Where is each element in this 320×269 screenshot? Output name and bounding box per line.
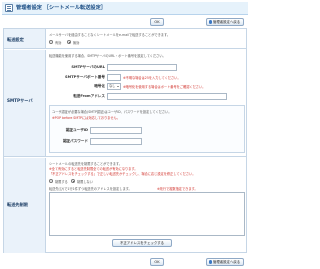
auth-note: ユーザ認証が必要な場合(SMTP認証)はユーザID、パスワードを設定してください… <box>52 110 172 114</box>
ok-button-bottom[interactable]: OK <box>150 258 164 266</box>
transfer-label: 転送設定 <box>7 37 24 42</box>
target-label: 転送先制限 <box>7 202 28 207</box>
page-title: 管理者設定 ［シートメール転送設定］ <box>16 5 106 11</box>
encrypt-label: 暗号化 <box>94 84 105 88</box>
auth-note-pop: ※POP before SMTPには対応しておりません。 <box>52 116 120 120</box>
from-address-input[interactable] <box>107 93 227 100</box>
from-address-label: 転送Fromアドレス <box>73 94 105 98</box>
auth-password-label: 認証パスワード <box>62 139 88 143</box>
transfer-off-label: 無効 <box>73 41 80 45</box>
transfer-off-radio[interactable] <box>67 40 71 44</box>
smtp-auth-box: ユーザ認証が必要な場合(SMTP認証)はユーザID、パスワードを設定してください… <box>49 105 245 153</box>
target-enable-radio[interactable] <box>49 179 53 183</box>
smtp-label: SMTPサーバ <box>7 98 33 103</box>
row-target-restriction: 転送先制限 シートメールの転送先を制限することができます。 ※全て有効にすると転… <box>4 158 246 253</box>
auth-userid-input[interactable] <box>90 127 142 134</box>
target-desc-3: 「不正アドレスをチェックする」で正しい転送先かチェックし、場合に応じ設定を修正し… <box>49 172 196 176</box>
transfer-on-radio[interactable] <box>49 40 53 44</box>
transfer-on-label: 有効 <box>55 41 62 45</box>
target-note-hint: ※改行で複数指定できます。 <box>157 187 198 191</box>
smtp-description: 転送機能を使用する場合、SMTPサーバのURL・ポート番号を設定してください。 <box>49 54 166 58</box>
transfer-description: メールサーバを経由することなくシートメールをe-mailで転送することができます… <box>49 33 171 37</box>
row-transfer: 転送設定 メールサーバを経由することなくシートメールをe-mailで転送すること… <box>4 29 246 49</box>
back-arrow-icon <box>208 260 212 264</box>
settings-form: 転送設定 メールサーバを経由することなくシートメールをe-mailで転送すること… <box>3 28 247 253</box>
back-button-label: 管理者設定へ戻る <box>213 20 241 24</box>
target-address-textarea[interactable] <box>49 192 245 236</box>
ok-button-top[interactable]: OK <box>150 18 164 26</box>
target-disable-label: 制限しない <box>77 180 93 184</box>
back-button-label: 管理者設定へ戻る <box>213 260 241 264</box>
target-disable-radio[interactable] <box>71 179 75 183</box>
auth-userid-label: 認証ユーザID <box>65 128 88 132</box>
settings-list-icon <box>5 4 13 12</box>
back-to-admin-button-top[interactable]: 管理者設定へ戻る <box>206 18 244 26</box>
back-to-admin-button-bottom[interactable]: 管理者設定へ戻る <box>206 258 244 266</box>
smtp-port-hint: ※不明な場合は25を入力してください。 <box>123 76 181 80</box>
smtp-url-label: SMTPサーバのURL <box>71 65 105 69</box>
row-smtp: SMTPサーバ 転送機能を使用する場合、SMTPサーバのURL・ポート番号を設定… <box>4 50 246 157</box>
smtp-port-input[interactable] <box>107 74 121 81</box>
encrypt-hint: ※暗号化を使用する場合はポート番号をご確認ください。 <box>123 85 206 89</box>
smtp-url-input[interactable] <box>107 64 177 71</box>
target-enable-label: 制限する <box>55 180 68 184</box>
back-arrow-icon <box>208 20 212 24</box>
target-note: 転送先(ひ)で1行1件ずつ転送先のアドレスを設定します。 <box>49 187 132 191</box>
smtp-port-label: SMTPサーバポート番号 <box>65 75 105 79</box>
check-invalid-address-button[interactable]: 不正アドレスをチェックする <box>112 239 172 247</box>
auth-password-input[interactable] <box>90 138 142 145</box>
title-bar: 管理者設定 ［シートメール転送設定］ <box>2 2 248 15</box>
encrypt-select[interactable]: なし <box>107 83 121 90</box>
